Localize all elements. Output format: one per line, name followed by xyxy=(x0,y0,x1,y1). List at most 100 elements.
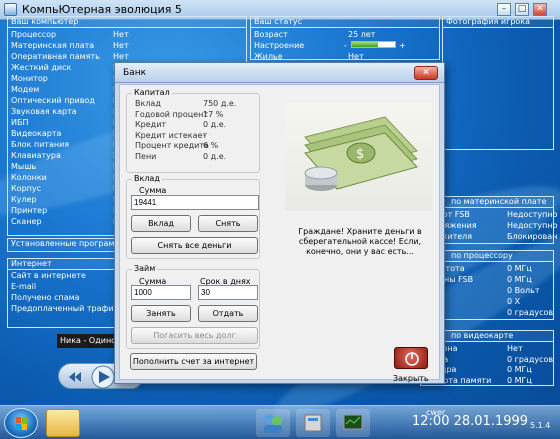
gpu-info-value: 0 МГц xyxy=(507,375,532,385)
minimize-button[interactable]: – xyxy=(497,3,511,16)
mood-plus: + xyxy=(399,41,406,50)
capital-row-label: Годовой процент xyxy=(135,109,209,119)
computer-item-label[interactable]: Оптический привод xyxy=(11,96,95,106)
mood-bar-fill xyxy=(352,42,378,47)
app-close-button[interactable]: ✕ xyxy=(533,3,547,16)
explorer-taskbar-icon[interactable] xyxy=(46,409,80,437)
exit-label: Закрыть xyxy=(393,374,429,383)
capital-row-value: 750 д.е. xyxy=(203,99,237,108)
app-title: КомпьЮтерная эволюция 5 xyxy=(22,3,182,16)
cpu-info-value: 0 МГц xyxy=(507,264,532,273)
deposit-group: Вклад Сумма Вклад Снять Снять все деньги xyxy=(126,174,260,259)
computer-item-label[interactable]: Материнская плата xyxy=(11,41,94,51)
computer-item-label[interactable]: Клавиатура xyxy=(11,151,61,161)
loan-sum-input[interactable] xyxy=(131,285,191,300)
bank-dialog-body: Капитал Вклад 750 д.е. Годовой процент 17 %… xyxy=(119,84,440,383)
bank-close-button[interactable]: ✕ xyxy=(414,66,438,80)
svg-text:$: $ xyxy=(356,147,364,162)
computer-item-label[interactable]: Мышь xyxy=(11,162,36,172)
exit-icon xyxy=(405,352,419,366)
money-illustration: $ xyxy=(285,103,432,211)
mb-info-value: Недоступно xyxy=(507,210,558,219)
loan-legend: Займ xyxy=(132,264,158,273)
internet-traffic[interactable]: Предоплаченный трафик xyxy=(11,304,118,314)
computer-item-label[interactable]: Звуковая карта xyxy=(11,107,77,117)
loan-days-input[interactable] xyxy=(198,285,258,300)
computer-item-label[interactable]: Колонки xyxy=(11,173,47,183)
capital-row-label: Процент кредита xyxy=(135,141,209,150)
capital-row-value: 0 д.е. xyxy=(203,120,227,129)
topup-internet-button[interactable]: Пополнить счет за интернет xyxy=(130,353,257,370)
player-photo-panel: Фотография игрока xyxy=(442,16,554,150)
computer-item-label[interactable]: Корпус xyxy=(11,184,41,194)
computer-item-label[interactable]: Оперативная память xyxy=(11,52,100,62)
windows-logo-icon xyxy=(16,417,27,430)
home-label: Жилье xyxy=(254,52,283,61)
status-panel: Ваш статус Возраст 25 лет Настроение - +… xyxy=(250,16,440,61)
repay-button[interactable]: Отдать xyxy=(198,305,258,322)
home-value: Нет xyxy=(348,52,364,61)
computer-item-label[interactable]: Процессор xyxy=(11,30,56,40)
cpu-info-value: 0 Х xyxy=(507,297,521,306)
withdraw-button[interactable]: Снять xyxy=(198,215,258,232)
bank-dialog-title: Банк xyxy=(115,63,444,83)
mood-bar xyxy=(351,41,396,48)
computer-item-label[interactable]: Сканер xyxy=(11,217,42,227)
computer-item-label[interactable]: Жесткий диск xyxy=(11,63,71,73)
deposit-sum-input[interactable] xyxy=(131,195,259,210)
capital-row-label: Пени xyxy=(135,151,157,161)
capital-row-label: Кредит xyxy=(135,120,167,129)
loan-group: Займ Сумма Срок в днях Занять Отдать Пог… xyxy=(126,264,260,349)
computer-item-value: Нет xyxy=(113,52,129,61)
computer-item-label[interactable]: Монитор xyxy=(11,74,48,84)
clock: 12:00 28.01.1999 xyxy=(412,414,529,429)
version: 5.1.4 xyxy=(530,421,551,430)
cpu-info-value: 0 МГц xyxy=(507,275,532,284)
age-value: 25 лет xyxy=(348,30,376,39)
mood-minus: - xyxy=(344,41,347,50)
deposit-legend: Вклад xyxy=(132,174,162,183)
computer-item-label[interactable]: Кулер xyxy=(11,195,37,205)
withdraw-all-button[interactable]: Снять все деньги xyxy=(131,237,258,254)
exit-button[interactable] xyxy=(394,347,428,369)
capital-row-value: 0 д.е. xyxy=(203,151,227,161)
capital-legend: Капитал xyxy=(132,88,172,97)
repay-all-button[interactable]: Погасить весь долг xyxy=(131,327,258,344)
computer-item-label[interactable]: Видеокарта xyxy=(11,129,61,139)
capital-row-label: Вклад xyxy=(135,99,161,108)
computer-panel-header: Ваш компьютер xyxy=(8,17,246,28)
internet-site[interactable]: Сайт в интернете xyxy=(11,271,86,281)
internet-email[interactable]: E-mail xyxy=(11,282,36,292)
computer-item-label[interactable]: Модем xyxy=(11,85,39,95)
taskbar: cwer 12:00 28.01.1999 5.1.4 xyxy=(0,405,560,439)
cpu-info-value: 0 градусов xyxy=(507,308,554,317)
banknotes-icon: $ xyxy=(304,116,418,191)
computer-item-value: Нет xyxy=(113,41,129,50)
capital-row-value: 17 % xyxy=(203,109,224,119)
monitor-taskbar-icon[interactable] xyxy=(336,409,370,437)
take-loan-button[interactable]: Занять xyxy=(131,305,191,322)
age-label: Возраст xyxy=(254,30,288,39)
capital-group: Капитал Вклад 750 д.е. Годовой процент 17 %… xyxy=(126,88,260,173)
users-taskbar-icon[interactable] xyxy=(256,409,290,437)
computer-item-label[interactable]: Принтер xyxy=(11,206,47,216)
photo-header: Фотография игрока xyxy=(443,17,553,28)
internet-spam[interactable]: Получено спама xyxy=(11,293,80,303)
mood-label: Настроение xyxy=(254,41,305,50)
gpu-info-value: Нет xyxy=(507,344,523,353)
cpu-info-value: 0 Вольт xyxy=(507,286,540,295)
computer-item-label[interactable]: ИБП xyxy=(11,118,29,128)
deposit-sum-label: Сумма xyxy=(139,186,167,195)
maximize-button[interactable]: □ xyxy=(515,3,529,16)
capital-row-value: - xyxy=(203,130,206,140)
capital-row-value: 6 % xyxy=(203,141,219,150)
bank-dialog: Банк ✕ Капитал Вклад 750 д.е. Годовой проц… xyxy=(114,62,445,384)
deposit-button[interactable]: Вклад xyxy=(131,215,191,232)
mb-info-value: Блокирован xyxy=(507,232,558,241)
programs-taskbar-icon[interactable] xyxy=(296,409,330,437)
media-now-playing: Ника - Одином xyxy=(57,334,121,348)
computer-item-value: Нет xyxy=(113,30,129,39)
computer-item-label[interactable]: Блок питания xyxy=(11,140,69,150)
start-button[interactable] xyxy=(4,408,38,438)
status-header: Ваш статус xyxy=(251,17,439,28)
